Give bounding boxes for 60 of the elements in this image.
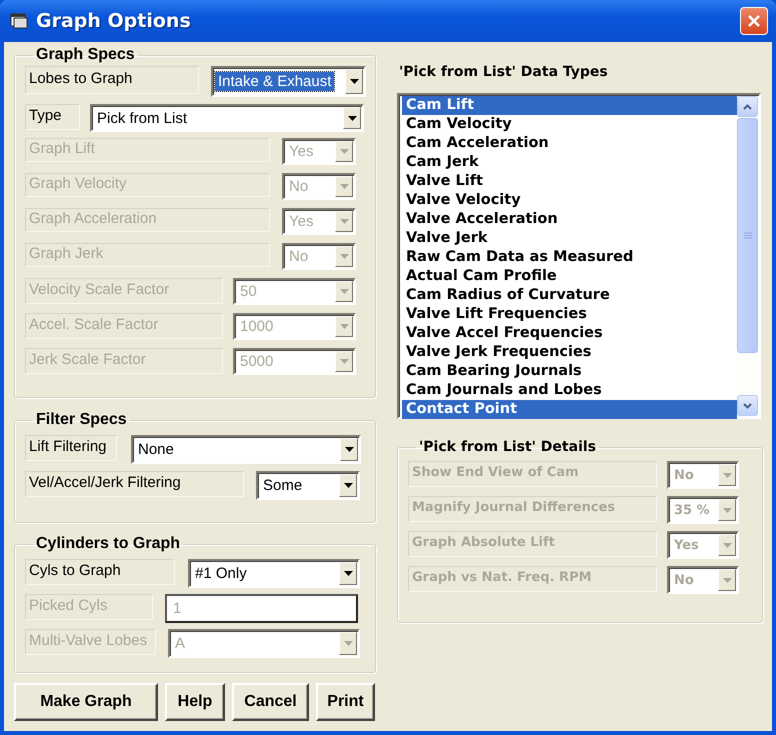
dropdown[interactable]: #1 Only (188, 559, 360, 588)
field-label: Lift Filtering (25, 435, 117, 461)
window-icon (10, 13, 28, 29)
group-title: Filter Specs (35, 411, 128, 429)
list-item[interactable]: Valve Velocity (402, 191, 737, 210)
list-item[interactable]: Cam Lift (402, 96, 737, 115)
field-label: Lobes to Graph (25, 66, 199, 94)
window-title: Graph Options (36, 10, 192, 32)
group-title: 'Pick from List' Details (418, 439, 597, 455)
list-item[interactable]: Valve Acceleration (402, 210, 737, 229)
list-item[interactable]: Actual Cam Profile (402, 267, 737, 286)
dropdown[interactable]: Some (256, 471, 360, 500)
field-label: Vel/Accel/Jerk Filtering (25, 471, 244, 497)
list-item[interactable]: Valve Lift Frequencies (402, 305, 737, 324)
field-label: Magnify Journal Differences (408, 496, 657, 522)
list-item[interactable]: Valve Jerk (402, 229, 737, 248)
close-icon (747, 14, 761, 28)
field-label: Graph Lift (25, 138, 270, 162)
scroll-up-button[interactable] (737, 96, 758, 117)
group-title: Graph Specs (35, 46, 136, 64)
dialog-button[interactable]: Make Graph (14, 683, 158, 721)
field-label: Velocity Scale Factor (25, 278, 223, 304)
list-item[interactable]: Raw Cam Data as Measured (402, 248, 737, 267)
list-item[interactable]: Valve Jerk Frequencies (402, 343, 737, 362)
scroll-thumb[interactable] (737, 118, 758, 353)
field-label: Graph Acceleration (25, 208, 270, 232)
dialog-button[interactable]: Print (316, 683, 375, 721)
field-label: Graph Absolute Lift (408, 531, 657, 557)
close-button[interactable] (740, 7, 768, 35)
field-label: Show End View of Cam (408, 461, 657, 487)
dialog-button[interactable]: Help (165, 683, 225, 721)
field-label: Graph Velocity (25, 173, 270, 197)
down-chevron-icon (743, 402, 752, 408)
field-label: Graph Jerk (25, 243, 270, 267)
group-title: Cylinders to Graph (35, 535, 182, 553)
list-item[interactable]: Cam Radius of Curvature (402, 286, 737, 305)
list-item[interactable]: Contact Point (402, 400, 737, 419)
scrollbar[interactable] (737, 96, 758, 416)
dropdown[interactable]: Pick from List (90, 104, 364, 132)
list-item[interactable]: Valve Accel Frequencies (402, 324, 737, 343)
list-item[interactable]: Cam Velocity (402, 115, 737, 134)
list-title: 'Pick from List' Data Types (399, 64, 609, 80)
field-label: Accel. Scale Factor (25, 313, 223, 339)
field-label: Cyls to Graph (25, 559, 175, 585)
field-label: Jerk Scale Factor (25, 348, 223, 374)
scroll-down-button[interactable] (737, 395, 758, 416)
list-item[interactable]: Cam Journals and Lobes (402, 381, 737, 400)
grip-icon (744, 232, 752, 239)
field-label: Type (25, 104, 80, 130)
dialog-button[interactable]: Cancel (232, 683, 309, 721)
list-item[interactable]: Valve Lift (402, 172, 737, 191)
dropdown[interactable]: Intake & Exhaust (211, 66, 366, 97)
list-item[interactable]: Cam Acceleration (402, 134, 737, 153)
up-chevron-icon (743, 104, 752, 110)
field-label: Multi-Valve Lobes (25, 629, 156, 655)
field-label: Picked Cyls (25, 594, 153, 620)
dropdown[interactable]: None (131, 435, 361, 464)
field-label: Graph vs Nat. Freq. RPM (408, 566, 657, 592)
list-item[interactable]: Cam Jerk (402, 153, 737, 172)
list-item[interactable]: Cam Bearing Journals (402, 362, 737, 381)
